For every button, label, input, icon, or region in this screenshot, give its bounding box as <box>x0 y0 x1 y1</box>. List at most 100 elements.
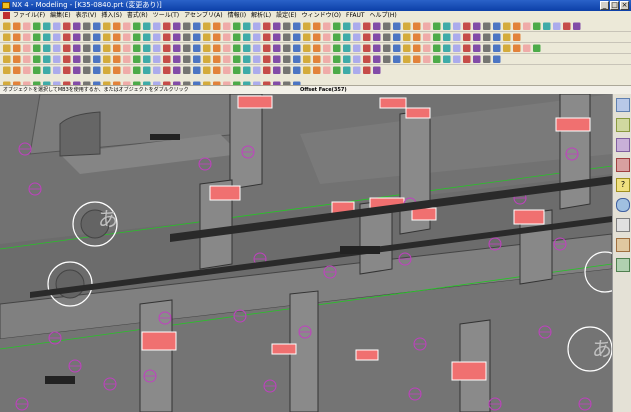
standard-icon-30[interactable] <box>293 22 301 31</box>
form-feature-icon-14[interactable] <box>133 33 141 42</box>
menu-window[interactable]: ウィンドウ(O) <box>302 12 341 19</box>
curve-icon-11[interactable] <box>103 66 111 75</box>
model-view[interactable]: あ あ <box>0 94 612 412</box>
standard-icon-48[interactable] <box>473 22 481 31</box>
feature-op-icon-37[interactable] <box>363 44 371 53</box>
help-icon[interactable]: ? <box>616 178 630 192</box>
curve-icon-5[interactable] <box>43 66 51 75</box>
curve-icon-13[interactable] <box>123 66 131 75</box>
curve-icon-20[interactable] <box>193 66 201 75</box>
standard-icon-7[interactable] <box>63 22 71 31</box>
standard-icon-55[interactable] <box>543 22 551 31</box>
menu-ffaut[interactable]: FFAUT <box>346 12 365 19</box>
assembly-navigator-icon[interactable] <box>616 118 630 132</box>
curve-icon-12[interactable] <box>113 66 121 75</box>
feature-op-icon-33[interactable] <box>323 44 331 53</box>
standard-icon-14[interactable] <box>133 22 141 31</box>
curve-icon-34[interactable] <box>333 66 341 75</box>
curve-icon-30[interactable] <box>293 66 301 75</box>
form-feature-icon-32[interactable] <box>313 33 321 42</box>
feature-op-icon-31[interactable] <box>303 44 311 53</box>
constraint-navigator-icon[interactable] <box>616 138 630 152</box>
standard-icon-10[interactable] <box>93 22 101 31</box>
standard-icon-28[interactable] <box>273 22 281 31</box>
feature-op-icon-53[interactable] <box>523 44 531 53</box>
form-feature-icon-16[interactable] <box>153 33 161 42</box>
form-feature-icon-20[interactable] <box>193 33 201 42</box>
standard-icon-57[interactable] <box>563 22 571 31</box>
view-icon-8[interactable] <box>73 55 81 64</box>
standard-icon-2[interactable] <box>13 22 21 31</box>
form-feature-icon-6[interactable] <box>53 33 61 42</box>
view-icon-31[interactable] <box>303 55 311 64</box>
form-feature-icon-11[interactable] <box>103 33 111 42</box>
form-feature-icon-41[interactable] <box>403 33 411 42</box>
curve-icon-27[interactable] <box>263 66 271 75</box>
view-icon-11[interactable] <box>103 55 111 64</box>
form-feature-icon-22[interactable] <box>213 33 221 42</box>
curve-icon-14[interactable] <box>133 66 141 75</box>
curve-icon-18[interactable] <box>173 66 181 75</box>
form-feature-icon-13[interactable] <box>123 33 131 42</box>
standard-icon-4[interactable] <box>33 22 41 31</box>
view-icon-20[interactable] <box>193 55 201 64</box>
form-feature-icon-38[interactable] <box>373 33 381 42</box>
form-feature-icon-12[interactable] <box>113 33 121 42</box>
feature-op-icon-30[interactable] <box>293 44 301 53</box>
feature-op-icon-3[interactable] <box>23 44 31 53</box>
feature-op-icon-28[interactable] <box>273 44 281 53</box>
standard-icon-45[interactable] <box>443 22 451 31</box>
history-icon[interactable] <box>616 198 630 212</box>
view-icon-35[interactable] <box>343 55 351 64</box>
view-icon-5[interactable] <box>43 55 51 64</box>
standard-icon-25[interactable] <box>243 22 251 31</box>
view-icon-42[interactable] <box>413 55 421 64</box>
close-button[interactable]: × <box>620 1 629 10</box>
curve-icon-26[interactable] <box>253 66 261 75</box>
standard-icon-1[interactable] <box>3 22 11 31</box>
standard-icon-51[interactable] <box>503 22 511 31</box>
feature-op-icon-32[interactable] <box>313 44 321 53</box>
feature-op-icon-35[interactable] <box>343 44 351 53</box>
curve-icon-31[interactable] <box>303 66 311 75</box>
standard-icon-23[interactable] <box>223 22 231 31</box>
feature-op-icon-51[interactable] <box>503 44 511 53</box>
feature-op-icon-20[interactable] <box>193 44 201 53</box>
curve-icon-7[interactable] <box>63 66 71 75</box>
standard-icon-33[interactable] <box>323 22 331 31</box>
feature-op-icon-24[interactable] <box>233 44 241 53</box>
curve-icon-23[interactable] <box>223 66 231 75</box>
curve-icon-25[interactable] <box>243 66 251 75</box>
view-icon-33[interactable] <box>323 55 331 64</box>
standard-icon-32[interactable] <box>313 22 321 31</box>
feature-op-icon-19[interactable] <box>183 44 191 53</box>
form-feature-icon-52[interactable] <box>513 33 521 42</box>
form-feature-icon-1[interactable] <box>3 33 11 42</box>
curve-icon-16[interactable] <box>153 66 161 75</box>
form-feature-icon-25[interactable] <box>243 33 251 42</box>
feature-op-icon-29[interactable] <box>283 44 291 53</box>
form-feature-icon-18[interactable] <box>173 33 181 42</box>
feature-op-icon-4[interactable] <box>33 44 41 53</box>
standard-icon-39[interactable] <box>383 22 391 31</box>
curve-icon-29[interactable] <box>283 66 291 75</box>
standard-icon-53[interactable] <box>523 22 531 31</box>
form-feature-icon-26[interactable] <box>253 33 261 42</box>
form-feature-icon-9[interactable] <box>83 33 91 42</box>
standard-icon-34[interactable] <box>333 22 341 31</box>
feature-op-icon-43[interactable] <box>423 44 431 53</box>
training-icon[interactable] <box>616 258 630 272</box>
standard-icon-40[interactable] <box>393 22 401 31</box>
system-materials-icon[interactable] <box>616 218 630 232</box>
standard-icon-16[interactable] <box>153 22 161 31</box>
form-feature-icon-21[interactable] <box>203 33 211 42</box>
view-icon-39[interactable] <box>383 55 391 64</box>
menu-view[interactable]: 表示(V) <box>76 12 97 19</box>
view-icon-50[interactable] <box>493 55 501 64</box>
view-icon-26[interactable] <box>253 55 261 64</box>
feature-op-icon-36[interactable] <box>353 44 361 53</box>
feature-op-icon-49[interactable] <box>483 44 491 53</box>
feature-op-icon-47[interactable] <box>463 44 471 53</box>
standard-icon-29[interactable] <box>283 22 291 31</box>
form-feature-icon-42[interactable] <box>413 33 421 42</box>
